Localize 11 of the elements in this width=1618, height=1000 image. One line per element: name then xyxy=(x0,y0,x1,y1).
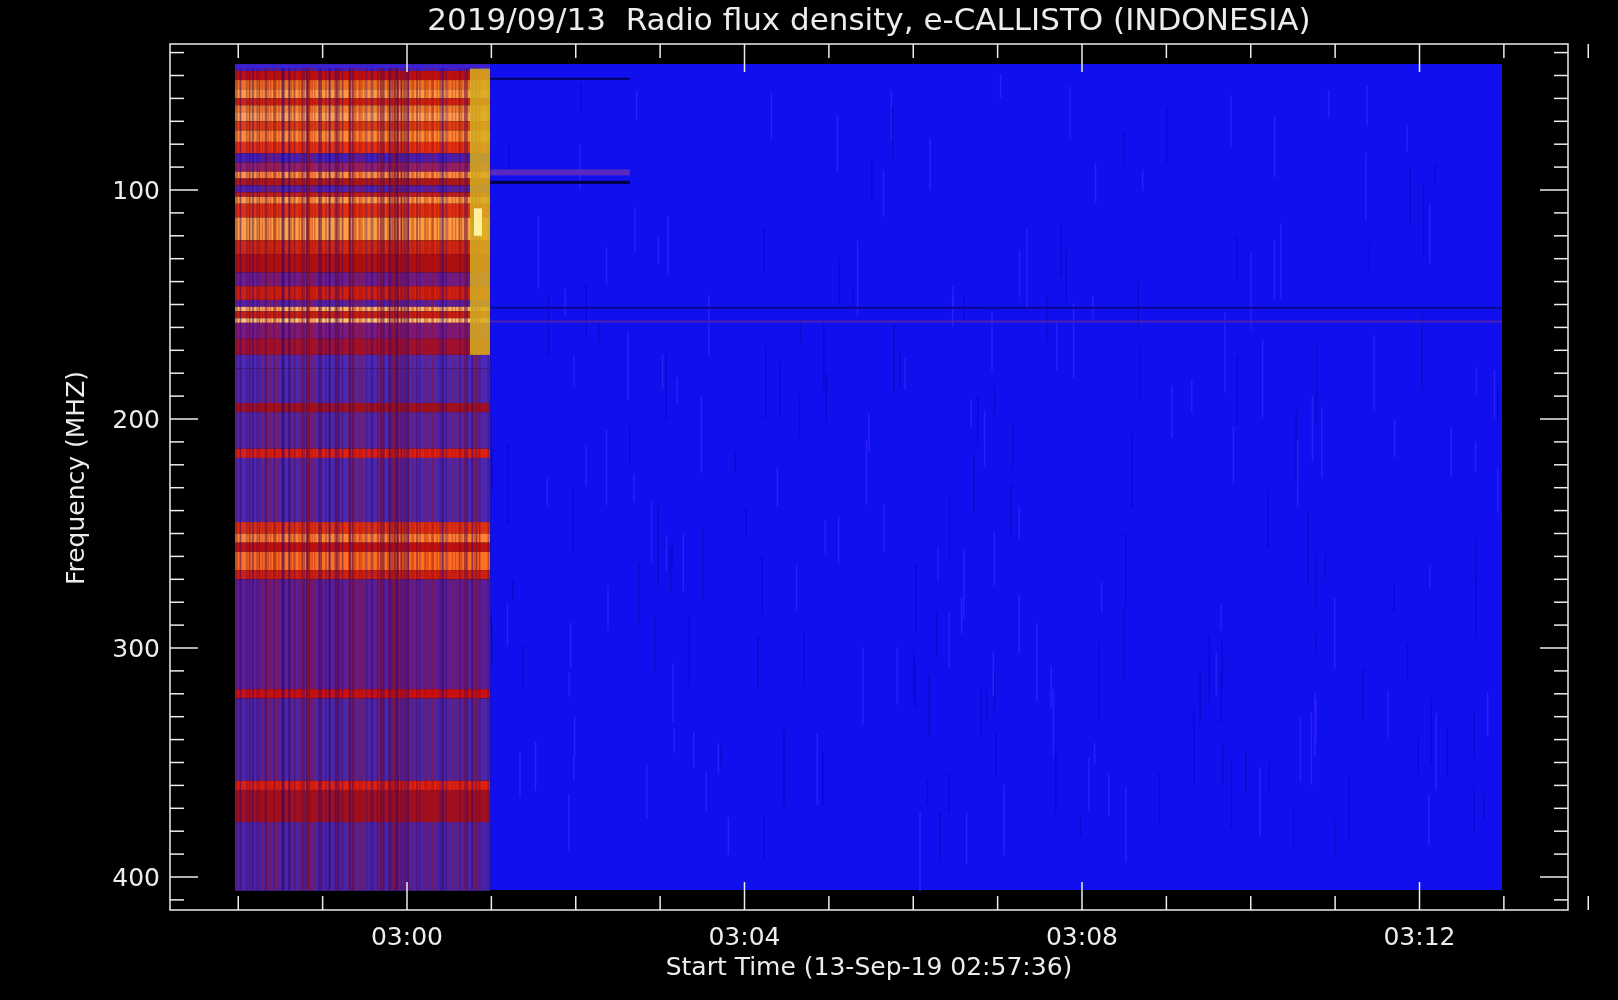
tick-label: 400 xyxy=(112,863,160,892)
tick-label: 03:08 xyxy=(1046,922,1118,951)
tick-label: 03:12 xyxy=(1383,922,1456,951)
axis-label: Start Time (13-Sep-19 02:57:36) xyxy=(665,952,1073,981)
tick-label: 03:00 xyxy=(371,922,443,951)
chart-title: 2019/09/13 Radio flux density, e-CALLISTO (INDONESIA) xyxy=(427,1,1311,37)
tick-label: 300 xyxy=(112,634,160,663)
tick-label: 03:04 xyxy=(708,922,781,951)
tick-label: 100 xyxy=(112,176,160,205)
axis-label: Frequency (MHZ) xyxy=(61,370,90,586)
tick-label: 200 xyxy=(112,405,160,434)
